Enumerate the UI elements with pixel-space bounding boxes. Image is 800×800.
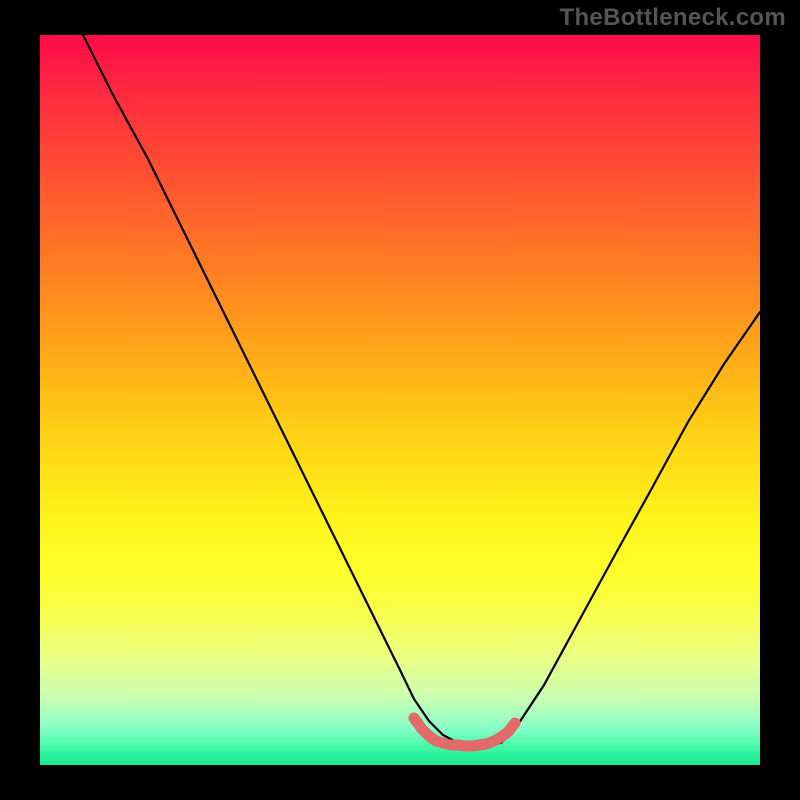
curve-overlay bbox=[40, 35, 760, 765]
plot-area bbox=[40, 35, 760, 765]
chart-frame: TheBottleneck.com bbox=[0, 0, 800, 800]
watermark-text: TheBottleneck.com bbox=[560, 4, 786, 32]
bottleneck-curve-line bbox=[83, 35, 760, 745]
